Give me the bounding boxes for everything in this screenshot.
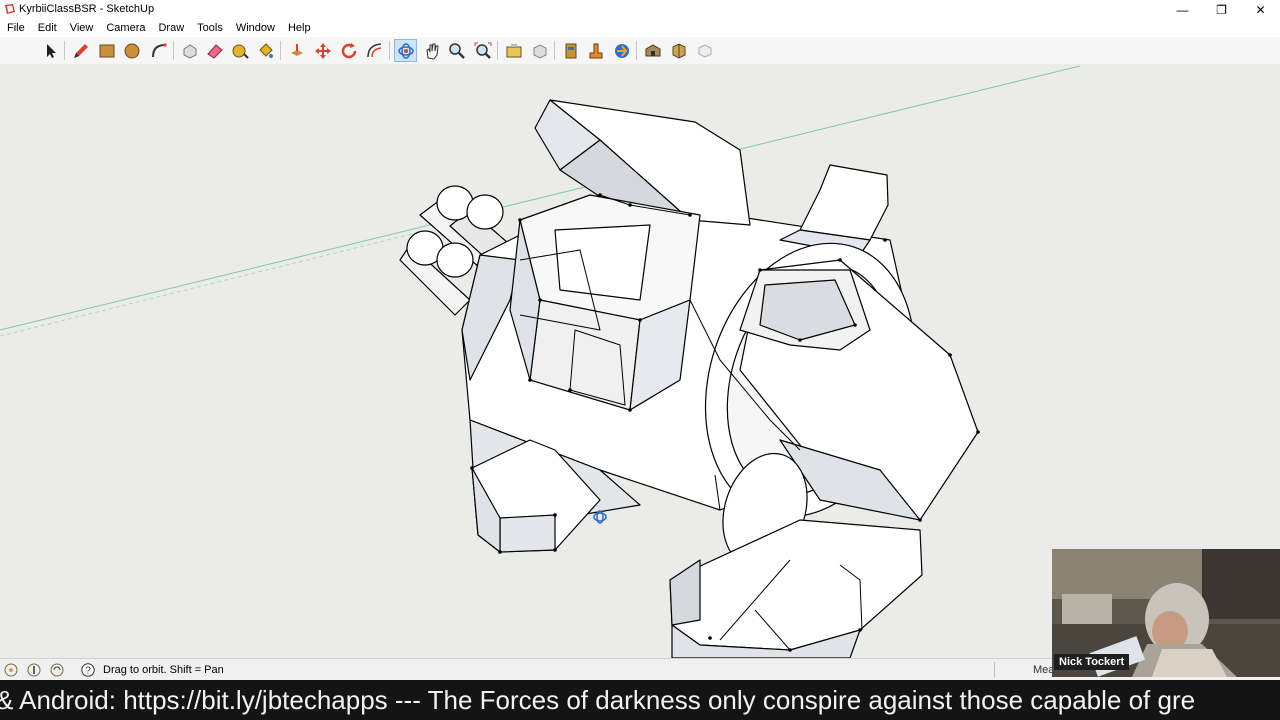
status-hint: Drag to orbit. Shift = Pan <box>103 664 224 676</box>
toolbar-separator <box>389 41 390 60</box>
arc-icon[interactable] <box>147 39 170 62</box>
zoom-icon[interactable] <box>445 39 468 62</box>
component-options-icon[interactable] <box>667 39 690 62</box>
status-divider <box>994 662 995 678</box>
rotate-icon[interactable] <box>337 39 360 62</box>
share-model-icon[interactable] <box>528 39 551 62</box>
paint-bucket-icon[interactable] <box>254 39 277 62</box>
help-icon[interactable]: ? <box>81 663 95 677</box>
sign-in-icon[interactable] <box>50 663 64 677</box>
restore-button[interactable]: ❐ <box>1202 0 1241 19</box>
title-bar: KyrbiiClassBSR - SketchUp — ❐ ✕ <box>0 0 1280 19</box>
svg-text:?: ? <box>85 666 91 677</box>
bottom-leg <box>669 519 923 651</box>
layout-icon[interactable] <box>584 39 607 62</box>
menu-tools[interactable]: Tools <box>190 19 229 37</box>
minimize-button[interactable]: — <box>1163 0 1202 19</box>
extension-warehouse-icon[interactable] <box>559 39 582 62</box>
offset-icon[interactable] <box>363 39 386 62</box>
menu-edit[interactable]: Edit <box>31 19 63 37</box>
make-component-icon[interactable] <box>178 39 201 62</box>
green-axis-negative <box>0 231 421 337</box>
menu-draw[interactable]: Draw <box>151 19 190 37</box>
pencil-icon[interactable] <box>69 39 92 62</box>
main-toolbar <box>0 37 1280 65</box>
menu-view[interactable]: View <box>63 19 100 37</box>
eraser-icon[interactable] <box>203 39 226 62</box>
stream-ticker: & Android: https://bit.ly/jbtechapps ---… <box>0 680 1280 720</box>
zoom-extents-icon[interactable] <box>471 39 494 62</box>
menu-help[interactable]: Help <box>281 19 317 37</box>
webcam-name-label: Nick Tockert <box>1054 654 1130 670</box>
menu-camera[interactable]: Camera <box>99 19 151 37</box>
geo-location-icon[interactable] <box>4 663 18 677</box>
close-button[interactable]: ✕ <box>1241 0 1280 19</box>
rectangle-icon[interactable] <box>95 39 118 62</box>
move-icon[interactable] <box>311 39 334 62</box>
menu-window[interactable]: Window <box>229 19 281 37</box>
window-controls: — ❐ ✕ <box>1163 0 1280 19</box>
window-title: KyrbiiClassBSR - SketchUp <box>19 3 155 15</box>
toolbar-separator <box>173 41 174 60</box>
toolbar-separator <box>64 41 65 60</box>
toolbar-separator <box>280 41 281 60</box>
credits-icon[interactable] <box>27 663 41 677</box>
webcam-overlay: Nick Tockert <box>1052 549 1280 677</box>
toolbar-separator <box>497 41 498 60</box>
orbit-icon[interactable] <box>394 39 417 62</box>
sketchup-logo-icon <box>5 4 15 14</box>
toolbar-separator <box>554 41 555 60</box>
menu-bar: File Edit View Camera Draw Tools Window … <box>0 19 1280 37</box>
ticker-text: & Android: https://bit.ly/jbtechapps ---… <box>0 685 1196 715</box>
spaceship-model[interactable] <box>399 99 980 658</box>
get-models-icon[interactable] <box>502 39 525 62</box>
components-icon[interactable] <box>693 39 716 62</box>
pan-icon[interactable] <box>420 39 443 62</box>
toolbar-separator <box>636 41 637 60</box>
select-icon[interactable] <box>38 39 61 62</box>
menu-file[interactable]: File <box>0 19 31 37</box>
3d-warehouse-icon[interactable] <box>641 39 664 62</box>
circle-icon[interactable] <box>120 39 143 62</box>
tape-measure-icon[interactable] <box>228 39 251 62</box>
send-to-layout-icon[interactable] <box>610 39 633 62</box>
push-pull-icon[interactable] <box>285 39 308 62</box>
